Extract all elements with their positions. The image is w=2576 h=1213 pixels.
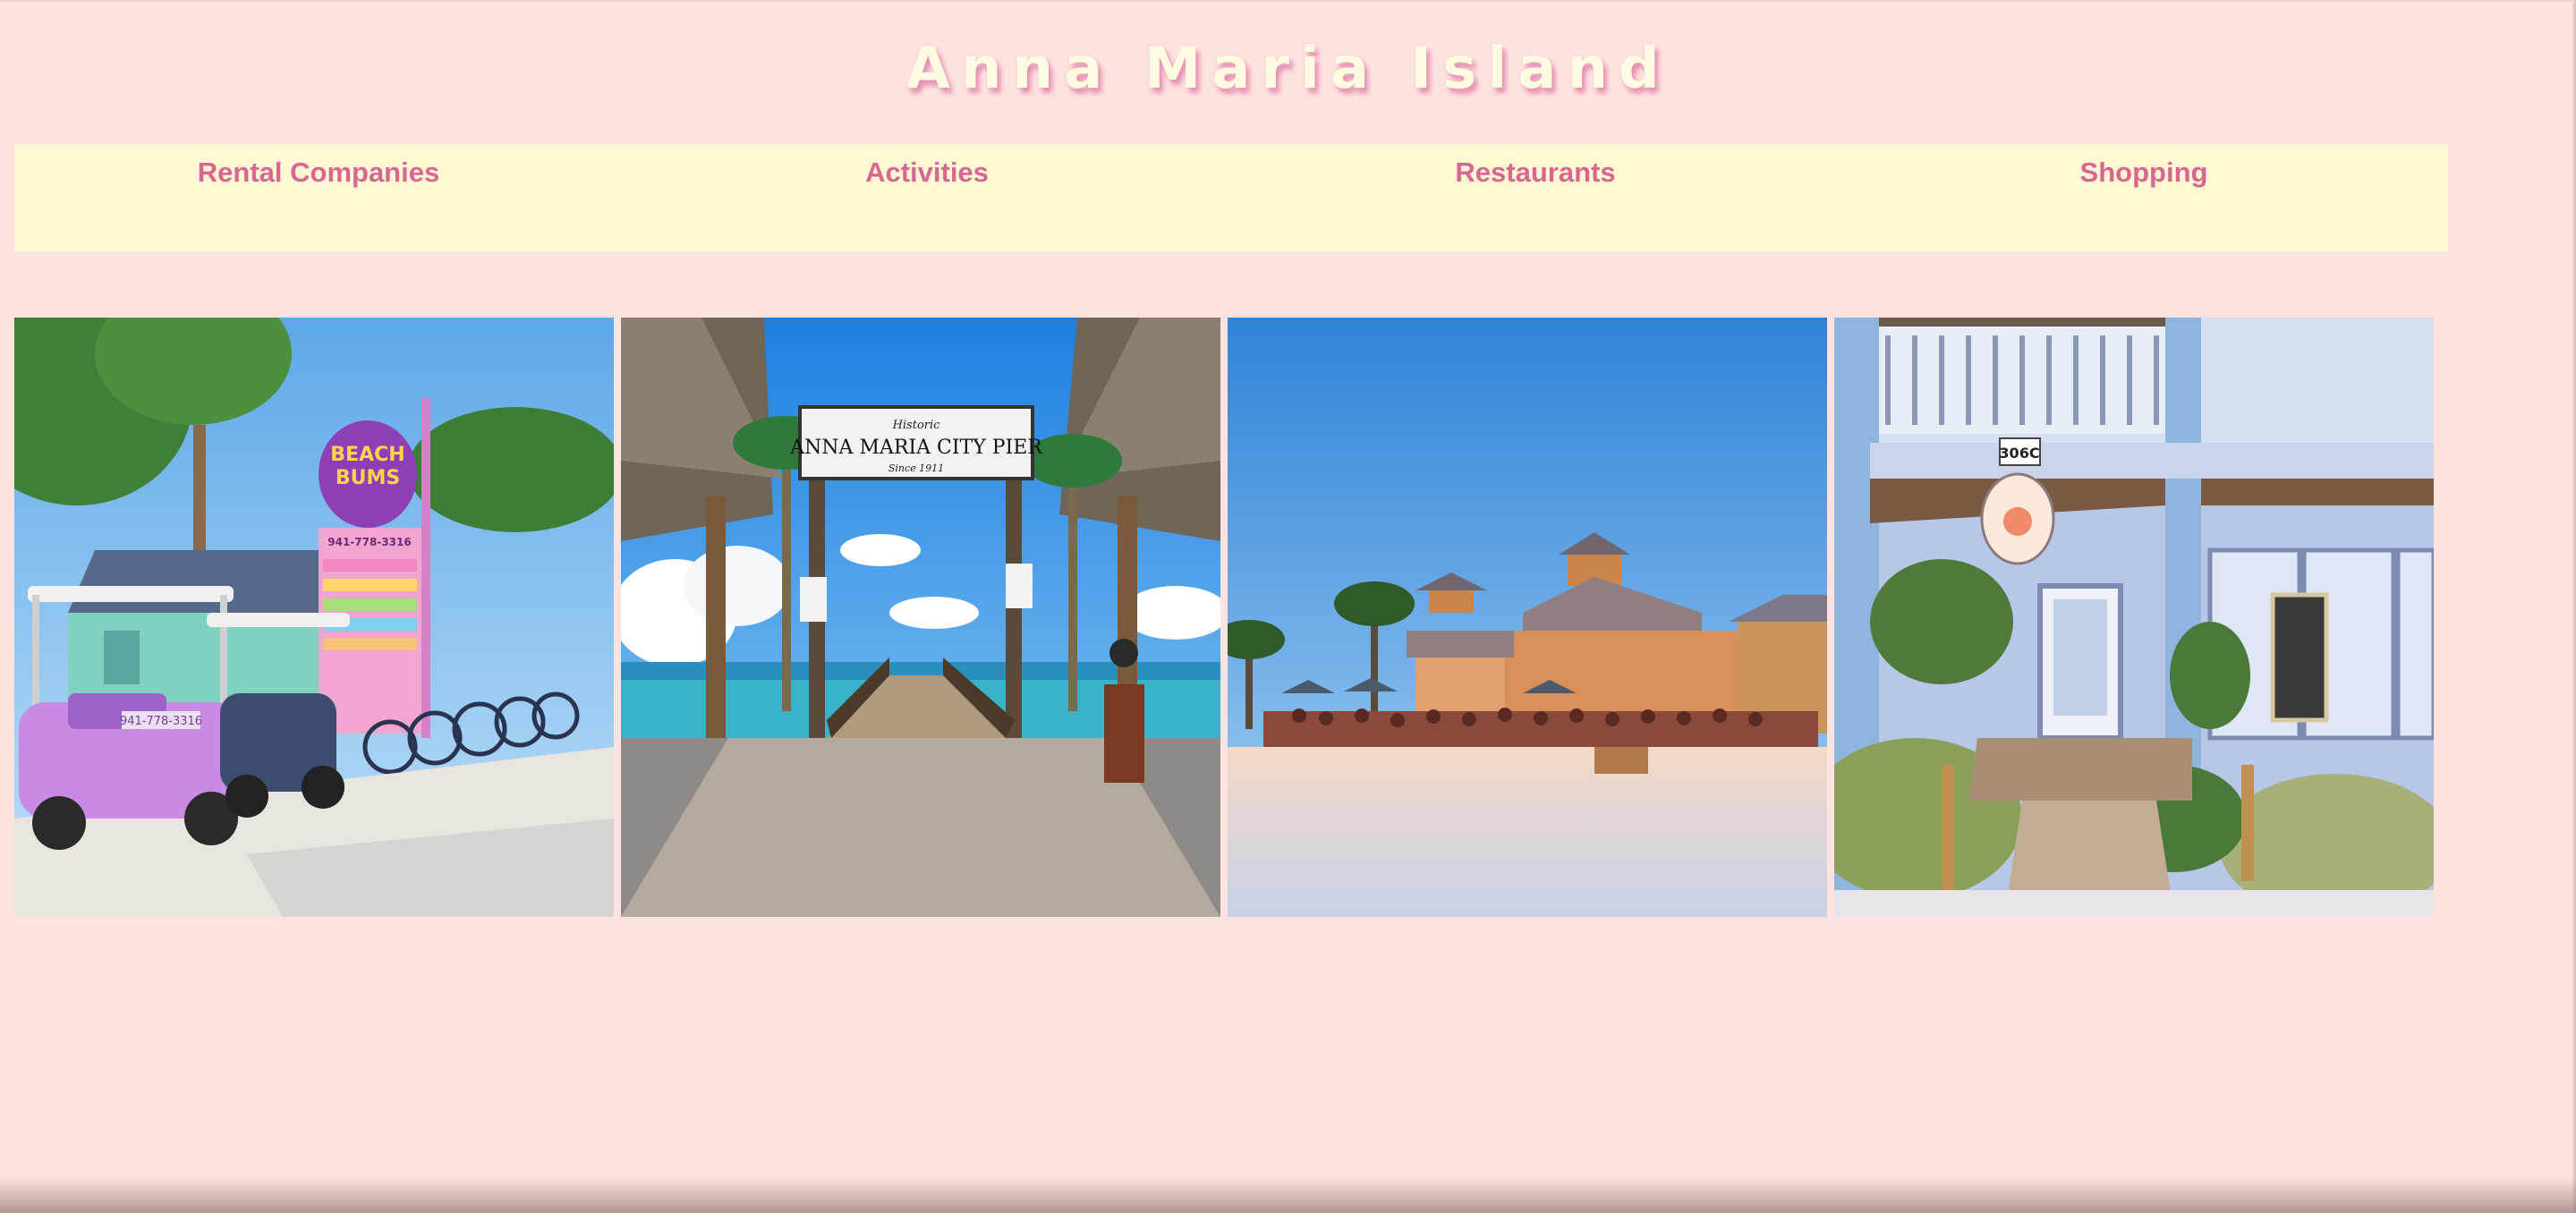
sign-line-bums: BUMS [336,467,400,489]
window-bottom-shadow [0,1177,2576,1213]
beachfront-restaurant-photo[interactable] [1228,318,1827,917]
sign-line-beach: BEACH [330,444,404,466]
nav-rental-companies[interactable]: Rental Companies [14,144,623,251]
window-top-edge [0,0,2576,2]
shop-storefront-photo[interactable]: 306C [1834,318,2434,917]
pier-sign-historic: Historic [892,419,941,432]
nav-shopping[interactable]: Shopping [1840,144,2448,251]
site-title: Anna Maria Island [905,36,1671,102]
window-right-edge [2572,0,2576,1213]
beach-bums-rentals-photo[interactable]: BEACH BUMS 941-778-3316 941-778-3316 [14,318,614,917]
nav-bar: Rental Companies Activities Restaurants … [14,144,2448,251]
pier-sign-since: Since 1911 [888,462,944,474]
photo-gallery: BEACH BUMS 941-778-3316 941-778-3316 His… [14,318,2434,917]
cart-plate: 941-778-3316 [120,715,202,728]
address-number: 306C [1999,445,2039,462]
sign-phone: 941-778-3316 [327,536,411,548]
nav-restaurants[interactable]: Restaurants [1231,144,1840,251]
nav-activities[interactable]: Activities [623,144,1231,251]
city-pier-photo[interactable]: Historic ANNA MARIA CITY PIER Since 1911 [621,318,1220,917]
pier-sign-title: ANNA MARIA CITY PIER [789,437,1043,459]
page: Anna Maria Island Rental Companies Activ… [0,0,2576,1213]
